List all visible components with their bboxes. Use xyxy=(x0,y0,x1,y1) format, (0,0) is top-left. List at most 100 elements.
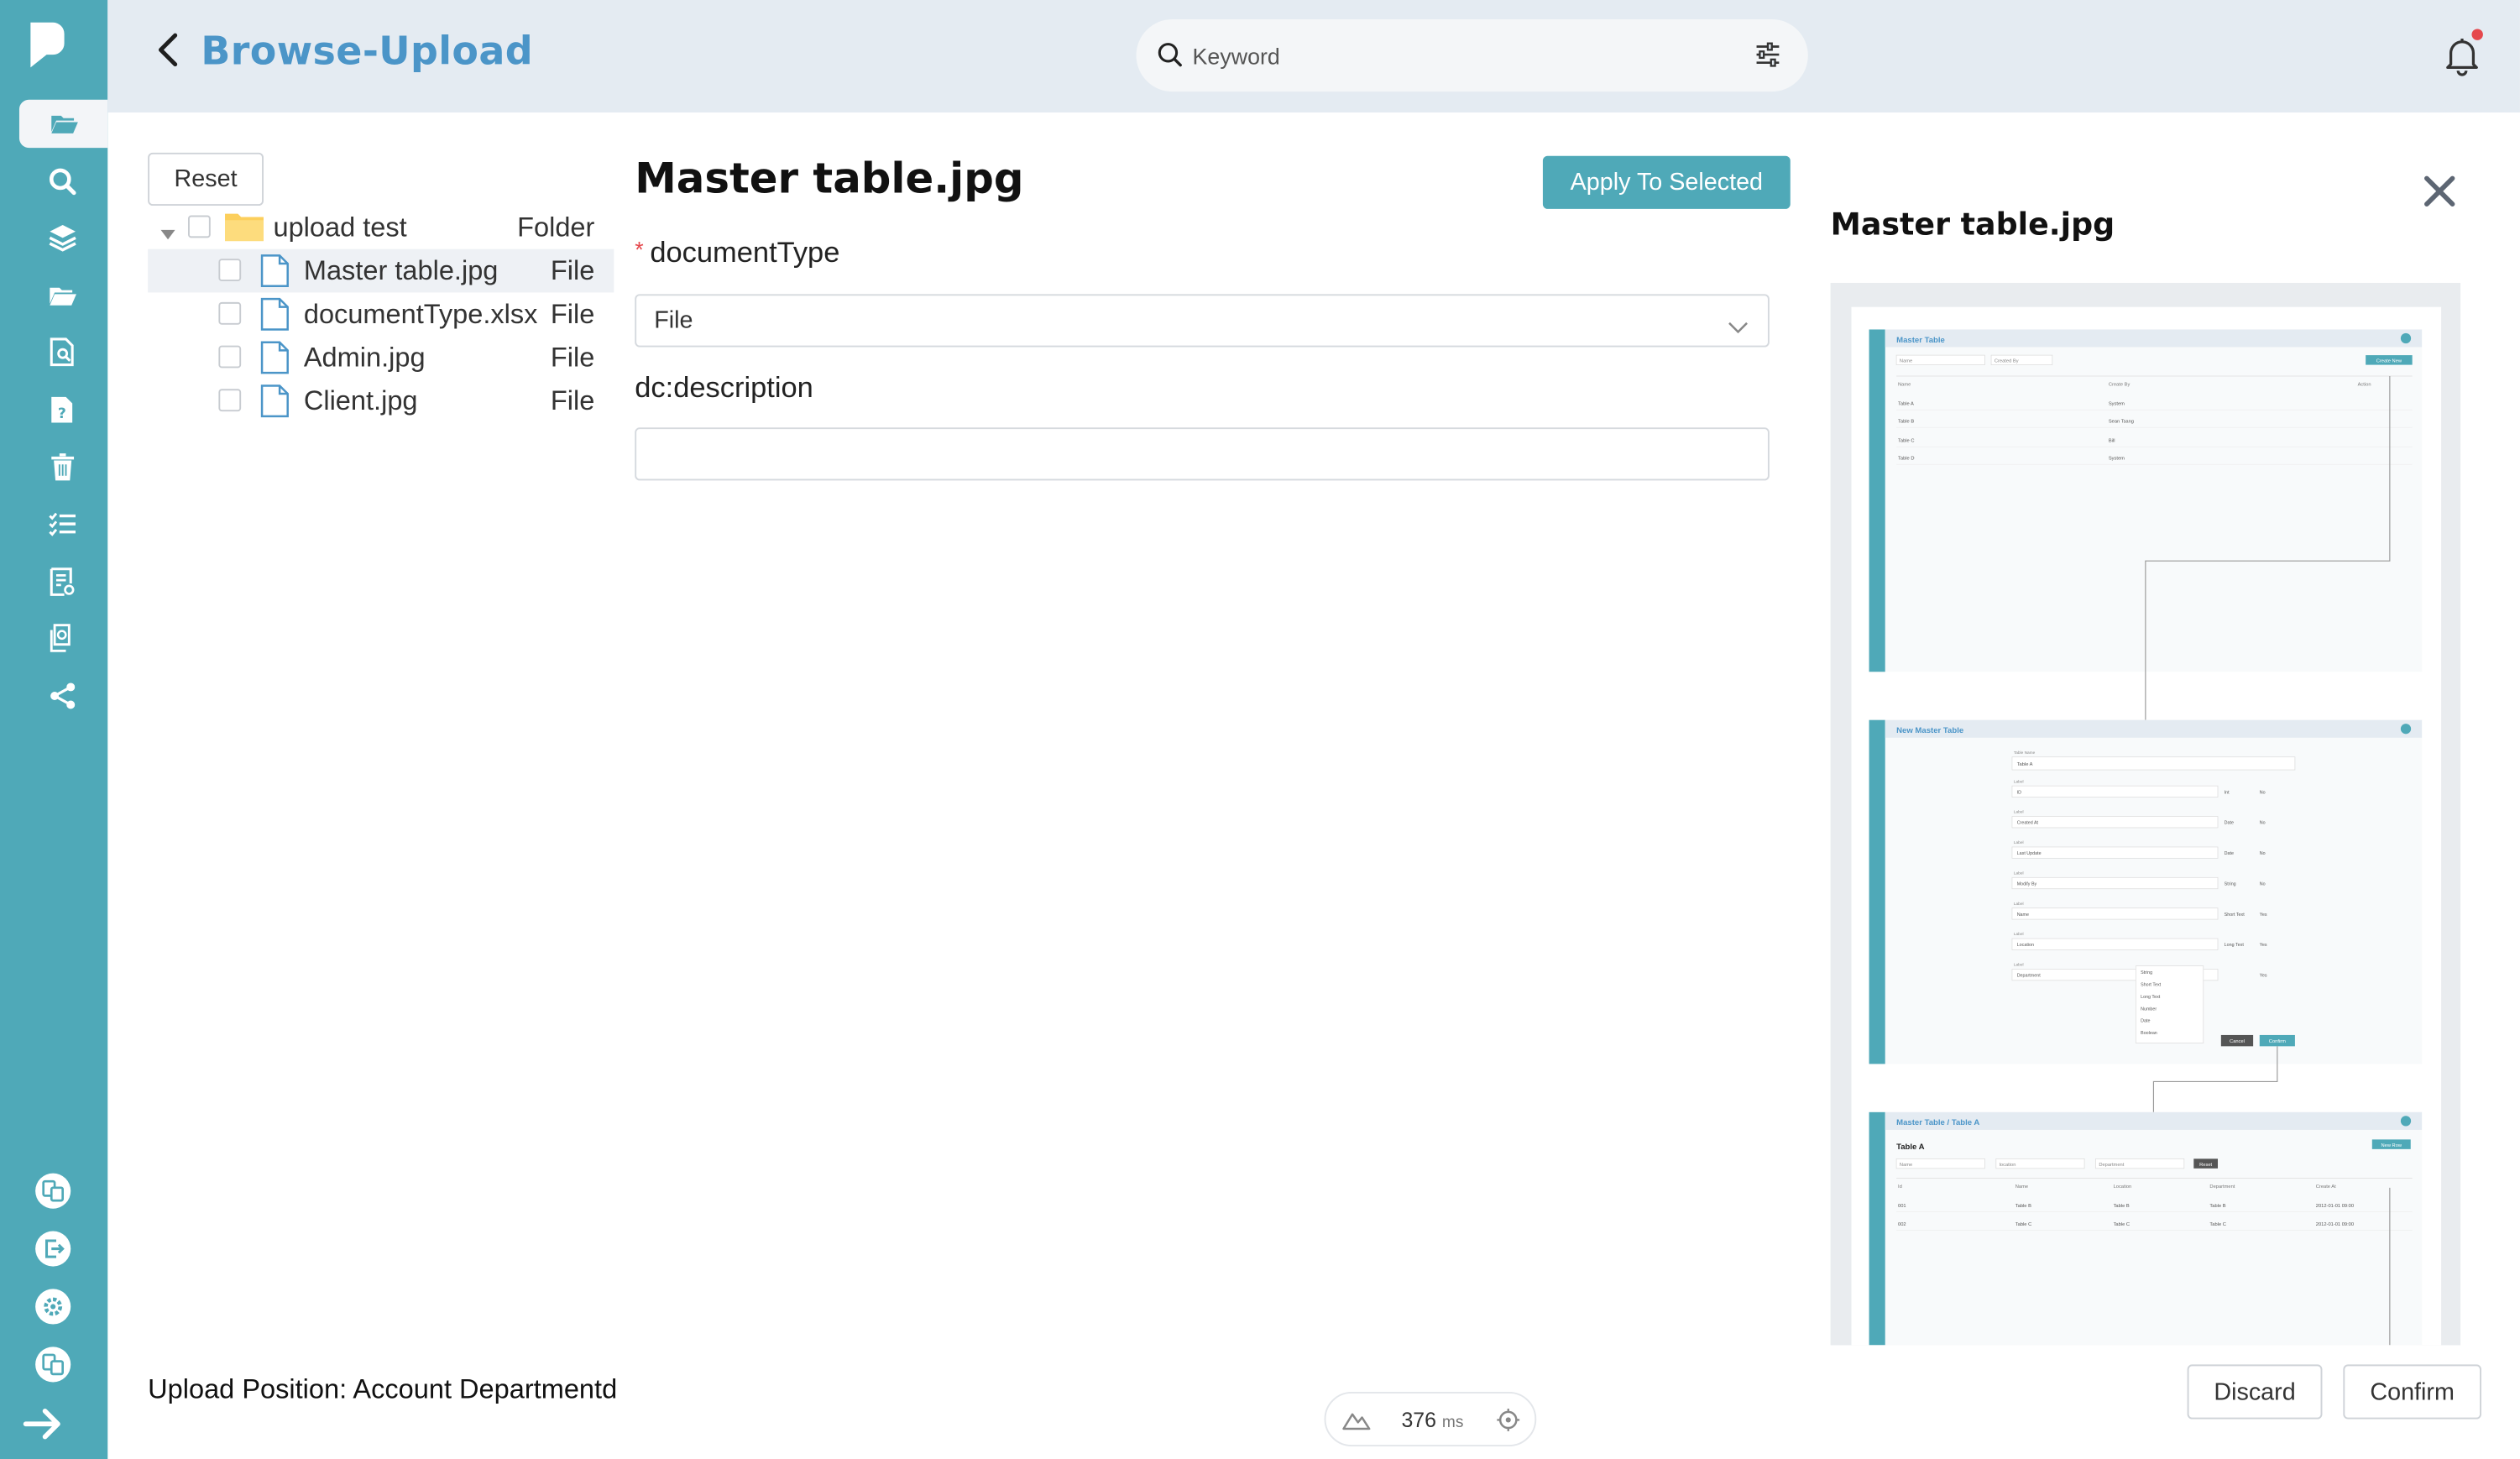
apply-to-selected-button[interactable]: Apply To Selected xyxy=(1542,155,1791,209)
close-preview-button[interactable] xyxy=(2422,174,2460,212)
translate-icon xyxy=(34,1171,72,1218)
screen-type-option: Long Text xyxy=(2141,995,2161,1000)
screen-cell: Table C xyxy=(2015,1222,2031,1227)
screen-field-label: Table Name xyxy=(2014,750,2036,756)
screen-cell: Table A xyxy=(1898,401,1914,406)
screen-field-type: Date xyxy=(2225,821,2234,826)
search-input[interactable] xyxy=(1192,37,1723,76)
screen-field xyxy=(2011,785,2219,797)
screen-cell: 2012-01-01 09:00 xyxy=(2316,1222,2354,1227)
sidebar-item-folder[interactable] xyxy=(19,272,106,320)
screen-header-icon xyxy=(2400,724,2412,735)
sidebar-item-document-help[interactable]: ? xyxy=(19,385,106,433)
sidebar-item-trash[interactable] xyxy=(19,443,106,491)
screen-header xyxy=(1885,329,2423,348)
screen-type-option: Short Text xyxy=(2141,983,2162,988)
file-kind: File xyxy=(550,299,595,330)
render-time-unit: ms xyxy=(1441,1414,1464,1432)
language-button[interactable] xyxy=(30,1345,76,1390)
screen-subtitle: Table A xyxy=(1896,1143,1925,1152)
screen-field xyxy=(2011,876,2219,890)
screen-cell: 001 xyxy=(1898,1204,1906,1209)
sidebar-item-document-refresh[interactable] xyxy=(19,614,106,662)
image-preview: Master Table Name Created By Create New … xyxy=(1830,282,2461,1346)
screen-column: Create By xyxy=(2109,382,2130,387)
sidebar-item-report[interactable] xyxy=(19,557,106,605)
document-type-label: * documentType xyxy=(635,236,839,269)
folder-checkbox[interactable] xyxy=(187,215,211,238)
screen-field-value: Modify By xyxy=(2017,882,2037,887)
screen-field-editable: No xyxy=(2260,821,2266,826)
file-checkbox[interactable] xyxy=(218,345,242,369)
description-input[interactable] xyxy=(635,427,1770,481)
back-button[interactable] xyxy=(149,32,185,74)
screen-cell: Table B xyxy=(2114,1204,2130,1209)
screen-column: Department xyxy=(2209,1184,2235,1190)
caret-down-icon[interactable] xyxy=(160,218,175,247)
layers-icon xyxy=(48,223,76,252)
file-icon xyxy=(260,341,289,383)
search-icon xyxy=(48,167,76,196)
screen-field-type: String xyxy=(2225,882,2236,887)
bell-icon xyxy=(2443,38,2481,84)
discard-button[interactable]: Discard xyxy=(2187,1364,2323,1420)
tree-row-file[interactable]: Client.jpg File xyxy=(148,379,614,423)
sidebar: ? xyxy=(0,0,108,1459)
screen-cell: System xyxy=(2109,401,2125,406)
settings-button[interactable] xyxy=(30,1288,76,1333)
tree-row-file[interactable]: documentType.xlsx File xyxy=(148,292,614,336)
screen-column: Name xyxy=(2015,1184,2028,1190)
language-icon xyxy=(34,1344,72,1391)
target-icon[interactable] xyxy=(1496,1408,1520,1440)
search-bar xyxy=(1136,18,1808,92)
notification-button[interactable] xyxy=(2443,35,2481,77)
file-checkbox[interactable] xyxy=(218,389,242,412)
sidebar-item-browse[interactable] xyxy=(18,99,108,149)
screen-cell: System xyxy=(2109,457,2125,462)
screen-field-label: Label xyxy=(2014,963,2024,968)
screen-cell: Sean Tsang xyxy=(2109,420,2134,425)
logout-button[interactable] xyxy=(30,1230,76,1275)
screen-new-row-text: New Row xyxy=(2381,1143,2402,1148)
page-title: Browse-Upload xyxy=(201,29,533,75)
screen-search-name-text: Name xyxy=(1900,359,1912,364)
search-icon xyxy=(1157,42,1183,76)
tree-row-file[interactable]: Admin.jpg File xyxy=(148,336,614,379)
sidebar-item-document-search[interactable] xyxy=(19,328,106,376)
sidebar-item-checklist[interactable] xyxy=(19,499,106,547)
screen-background xyxy=(1869,1111,2423,1346)
filter-icon[interactable] xyxy=(1754,42,1782,76)
sidebar-item-search[interactable] xyxy=(19,158,106,206)
report-icon xyxy=(50,567,76,596)
screen-field-label: Label xyxy=(2014,840,2024,845)
tree-row-folder[interactable]: upload test Folder xyxy=(148,206,614,249)
header: Browse-Upload xyxy=(107,0,2520,113)
translate-button[interactable] xyxy=(30,1172,76,1217)
screen-field xyxy=(2011,907,2219,920)
screen-column: Location xyxy=(2114,1184,2132,1190)
screen-field-value: Department xyxy=(2017,974,2042,979)
confirm-button[interactable]: Confirm xyxy=(2343,1364,2481,1420)
notification-badge xyxy=(2471,29,2483,40)
share-icon xyxy=(48,682,76,710)
sidebar-item-share[interactable] xyxy=(19,672,106,719)
screen-field-editable: Yes xyxy=(2260,943,2267,948)
mountain-icon xyxy=(1342,1409,1371,1438)
folder-icon xyxy=(223,211,265,251)
tree-row-file[interactable]: Master table.jpg File xyxy=(148,248,614,293)
screen-header xyxy=(1885,719,2423,738)
screen-sidebar xyxy=(1869,1111,1885,1346)
screen-field-value: ID xyxy=(2017,790,2021,795)
sidebar-item-layers[interactable] xyxy=(19,214,106,262)
file-checkbox[interactable] xyxy=(218,301,242,325)
screen-field-editable: No xyxy=(2260,790,2266,795)
document-type-select[interactable]: File xyxy=(635,294,1770,348)
screen-cell: Table B xyxy=(2015,1204,2031,1209)
screen-field-label: Label xyxy=(2014,779,2024,784)
performance-indicator: 376 ms xyxy=(1324,1391,1537,1447)
reset-button[interactable]: Reset xyxy=(148,152,264,207)
file-checkbox[interactable] xyxy=(218,259,242,282)
collapse-sidebar-button[interactable] xyxy=(23,1404,65,1450)
screen-sidebar xyxy=(1869,719,1885,1064)
document-refresh-icon xyxy=(50,624,76,652)
